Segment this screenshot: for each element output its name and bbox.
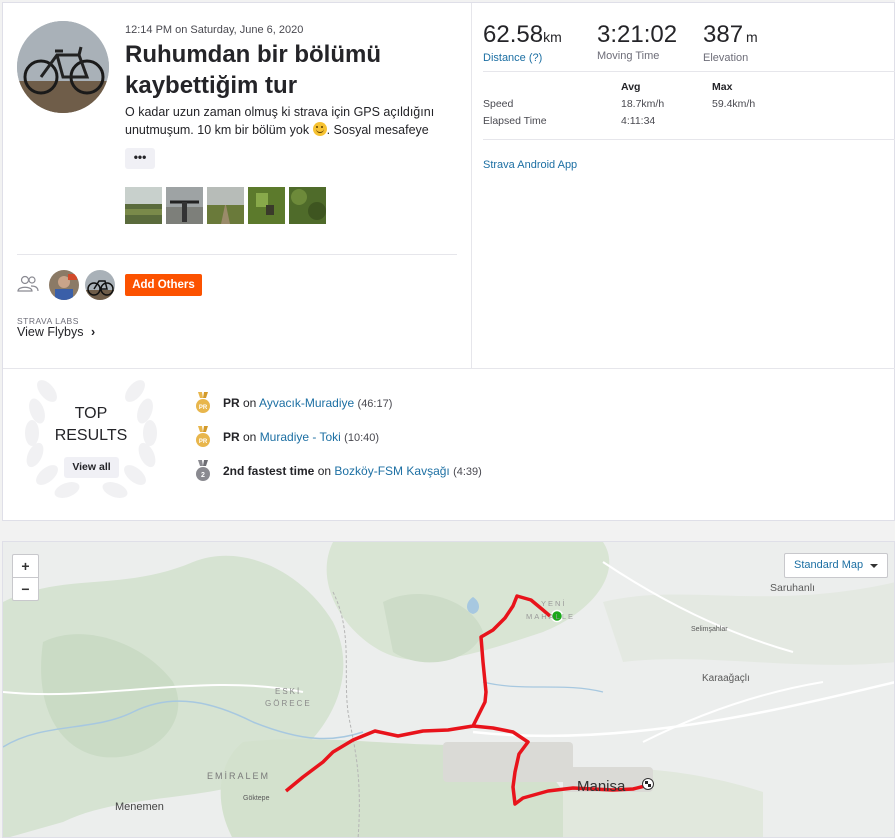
elapsed-time-label: Elapsed Time: [483, 115, 547, 127]
photo-thumbnail-2[interactable]: [166, 187, 203, 224]
moving-time-label: Moving Time: [597, 50, 660, 62]
place-yeni-mahalle-1: YENİ: [541, 599, 567, 608]
add-others-button[interactable]: Add Others: [125, 274, 202, 296]
speed-label: Speed: [483, 98, 514, 110]
elevation-label: Elevation: [703, 52, 749, 64]
description-line-2: unutmuşum. 10 km bir bölüm yok: [125, 123, 310, 137]
top-results-line-1: TOP: [74, 405, 108, 422]
achievement-3-time: (4:39): [453, 466, 482, 478]
distance-label[interactable]: Distance (?): [483, 52, 562, 64]
view-flybys-label: View Flybys: [17, 325, 84, 339]
achievement-1-prefix: PR: [223, 396, 240, 410]
stat-elevation: 387 m Elevation: [703, 21, 758, 64]
activity-card: 12:14 PM on Saturday, June 6, 2020 Ruhum…: [2, 2, 895, 521]
place-goktepe: Göktepe: [243, 795, 270, 802]
achievement-2-middle: on: [239, 430, 260, 444]
place-yeni-mahalle-2: MAHALLE: [526, 612, 576, 621]
moving-time-value: 3:21:02: [597, 21, 678, 48]
photo-thumbnail-4[interactable]: [248, 187, 285, 224]
photo-strip: [125, 187, 326, 224]
achievement-row-2: PR PR on Muradiye - Toki (10:40): [195, 426, 379, 448]
distance-value: 62.58: [483, 21, 544, 48]
achievement-1-segment-link[interactable]: Ayvacık-Muradiye: [259, 396, 354, 410]
smiley-icon: [312, 122, 327, 136]
elevation-unit: m: [746, 29, 758, 45]
athlete-avatar[interactable]: [17, 21, 109, 113]
place-saruhanli: Saruhanlı: [770, 582, 815, 594]
chevron-down-icon: [870, 564, 878, 568]
view-flybys-link[interactable]: View Flybys ›: [17, 325, 95, 339]
athlete-avatar-small-2[interactable]: [85, 270, 115, 300]
speed-max: 59.4km/h: [712, 98, 756, 110]
achievement-2-segment-link[interactable]: Muradiye - Toki: [260, 430, 341, 444]
photo-thumbnail-5[interactable]: [289, 187, 326, 224]
place-selimsahlar: Selimşahlar: [691, 626, 728, 633]
elevation-value: 387: [703, 21, 744, 48]
map-type-dropdown[interactable]: Standard Map: [784, 553, 888, 578]
achievement-1-time: (46:17): [357, 398, 393, 410]
speed-avg: 18.7km/h: [621, 98, 665, 110]
left-separator: [17, 254, 457, 255]
place-karaagacli: Karaağaçlı: [702, 673, 750, 684]
elapsed-time-avg: 4:11:34: [621, 115, 656, 127]
group-athletes-icon: [17, 275, 39, 292]
gold-medal-icon: PR: [196, 426, 210, 447]
zoom-control: + −: [12, 554, 39, 601]
place-menemen: Menemen: [115, 801, 164, 813]
gold-medal-icon: PR: [196, 392, 210, 413]
athlete-avatar-small-1[interactable]: [49, 270, 79, 300]
activity-description: O kadar uzun zaman olmuş ki strava için …: [125, 103, 455, 139]
stat-moving-time: 3:21:02 Moving Time: [597, 21, 677, 62]
svg-text:2: 2: [201, 472, 205, 479]
place-manisa: Manisa: [577, 778, 626, 795]
zoom-out-button[interactable]: −: [13, 578, 38, 601]
description-line-2-end: . Sosyal mesafeye: [326, 123, 429, 137]
device-app-link[interactable]: Strava Android App: [483, 159, 577, 171]
top-results-line-2: RESULTS: [54, 427, 128, 444]
achievement-3-prefix: 2nd fastest time: [223, 464, 315, 478]
description-line-1: O kadar uzun zaman olmuş ki strava için …: [125, 105, 435, 119]
silver-medal-icon: 2: [196, 460, 210, 481]
map-type-label: Standard Map: [794, 559, 864, 571]
activity-title: Ruhumdan bir bölümü kaybettiğim tur: [125, 41, 381, 99]
distance-unit: km: [543, 29, 562, 45]
place-eski-gorece-2: GÖRECE: [265, 699, 312, 708]
achievement-row-1: PR PR on Ayvacık-Muradiye (46:17): [195, 392, 392, 414]
stats-separator-1: [483, 71, 895, 72]
svg-text:PR: PR: [199, 439, 208, 445]
view-all-button[interactable]: View all: [64, 457, 119, 478]
activity-datetime: 12:14 PM on Saturday, June 6, 2020: [125, 24, 304, 36]
achievement-1-middle: on: [239, 396, 260, 410]
stats-separator-2: [483, 139, 895, 140]
top-results-title: TOP RESULTS: [41, 403, 141, 447]
chevron-right-icon: ›: [90, 325, 96, 339]
stat-distance: 62.58km Distance (?): [483, 21, 562, 64]
route-map[interactable]: + − Standard Map Saruhanlı Selimşahlar K…: [2, 541, 895, 838]
column-divider: [471, 3, 472, 368]
achievement-2-prefix: PR: [223, 430, 240, 444]
photo-thumbnail-1[interactable]: [125, 187, 162, 224]
place-emiralem: EMİRALEM: [207, 771, 271, 781]
achievement-3-segment-link[interactable]: Bozköy-FSM Kavşağı: [334, 464, 449, 478]
map-canvas[interactable]: [3, 542, 895, 838]
section-divider: [3, 368, 895, 369]
achievement-row-3: 2 2nd fastest time on Bozköy-FSM Kavşağı…: [195, 460, 482, 482]
achievement-2-time: (10:40): [344, 432, 380, 444]
zoom-in-button[interactable]: +: [13, 555, 38, 578]
svg-text:PR: PR: [199, 405, 208, 411]
achievement-3-middle: on: [314, 464, 335, 478]
photo-thumbnail-3[interactable]: [207, 187, 244, 224]
more-button[interactable]: •••: [125, 148, 155, 169]
avg-header: Avg: [621, 81, 641, 93]
place-eski-gorece-1: ESKİ: [275, 687, 302, 696]
max-header: Max: [712, 81, 733, 93]
